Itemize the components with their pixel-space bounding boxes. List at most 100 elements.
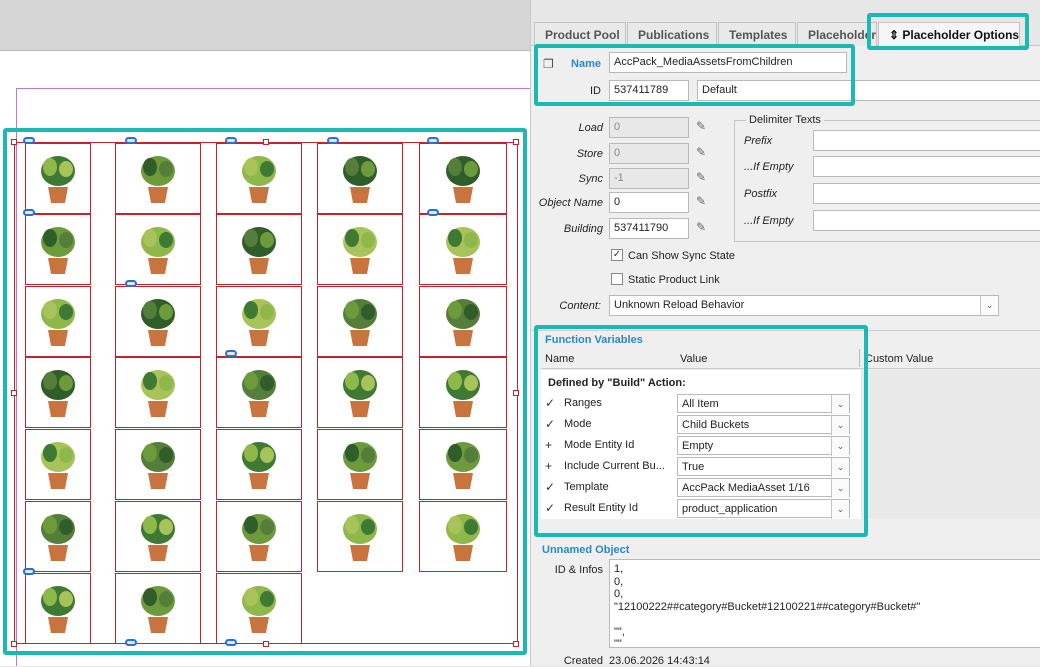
static-link-label: Static Product Link (628, 274, 720, 286)
object-name-label: Object Name (538, 197, 603, 209)
function-variable-row[interactable]: ✓ Result Entity Id product_application ⌄ (541, 498, 857, 519)
if-empty2-label: ...If Empty (744, 215, 794, 227)
variable-value-dropdown[interactable]: product_application ⌄ (677, 499, 850, 519)
postfix-label: Postfix (744, 188, 778, 200)
name-field[interactable]: AccPack_MediaAssetsFromChildren (609, 52, 847, 73)
tab-arrows-icon: ⇕ (889, 28, 900, 42)
id-default-field[interactable]: Default (697, 80, 1040, 101)
variable-name: Ranges (564, 397, 602, 409)
variable-value: Empty (682, 440, 714, 452)
variable-value-dropdown[interactable]: All Item ⌄ (677, 394, 850, 414)
variable-value-dropdown[interactable]: Empty ⌄ (677, 436, 850, 456)
prefix-label: Prefix (744, 135, 773, 147)
variable-value: AccPack MediaAsset 1/16 (682, 482, 810, 494)
sync-label: Sync (578, 173, 603, 185)
variable-value: All Item (682, 398, 719, 410)
variable-name: Mode (564, 418, 592, 430)
function-variable-row[interactable]: ✓ Ranges All Item ⌄ (541, 393, 857, 414)
static-link-checkbox[interactable] (611, 273, 623, 285)
header-divider (541, 368, 1040, 369)
variable-value-dropdown[interactable]: Child Buckets ⌄ (677, 415, 850, 435)
custom-value-column (861, 370, 1040, 519)
function-variable-row[interactable]: ✓ Template AccPack MediaAsset 1/16 ⌄ (541, 477, 857, 498)
variable-name: Result Entity Id (564, 502, 638, 514)
variable-name: Include Current Bu... (564, 460, 665, 472)
col-custom-header: Custom Value (865, 353, 934, 365)
chevron-down-icon[interactable]: ⌄ (980, 296, 998, 315)
content-dropdown[interactable]: Unknown Reload Behavior ⌄ (609, 295, 999, 316)
document-canvas[interactable] (0, 0, 530, 666)
function-variable-row[interactable]: + Include Current Bu... True ⌄ (541, 456, 857, 477)
chevron-down-icon[interactable]: ⌄ (831, 395, 849, 414)
col-separator (859, 349, 860, 367)
tab-placeholder-options-label: Placeholder Options (902, 28, 1020, 42)
plus-icon: + (545, 459, 553, 473)
chevron-down-icon[interactable]: ⌄ (831, 500, 849, 519)
store-field: 0 (609, 143, 689, 164)
id-infos-label: ID & Infos (554, 564, 603, 576)
if-empty-field[interactable] (813, 156, 1040, 177)
function-variable-row[interactable]: ✓ Mode Child Buckets ⌄ (541, 414, 857, 435)
sync-edit-icon[interactable]: ✎ (696, 170, 710, 184)
store-edit-icon[interactable]: ✎ (696, 145, 710, 159)
placeholder-options-panel: Product Pool Publications Templates Plac… (530, 0, 1040, 667)
variable-name: Template (564, 481, 609, 493)
checkmark-icon: ✓ (545, 396, 556, 410)
col-value-header: Value (680, 353, 708, 365)
load-field: 0 (609, 117, 689, 138)
created-label: Created (563, 655, 603, 667)
object-name-field[interactable]: 0 (609, 192, 689, 213)
divider (531, 330, 1040, 331)
variable-value: product_application (682, 503, 778, 515)
id-field[interactable]: 537411789 (609, 80, 689, 101)
frame-highlight (3, 128, 527, 655)
store-label: Store (576, 148, 603, 160)
chevron-down-icon[interactable]: ⌄ (831, 458, 849, 477)
id-infos-field[interactable]: 1, 0, 0, "12100222##category#Bucket#1210… (609, 559, 1040, 650)
name-label: Name (571, 58, 601, 70)
tab-templates[interactable]: Templates (718, 22, 796, 46)
delimiter-title: Delimiter Texts (746, 114, 824, 126)
variable-value: True (682, 461, 705, 473)
prefix-field[interactable] (813, 130, 1040, 151)
variable-name: Mode Entity Id (564, 439, 635, 451)
if-empty-label: ...If Empty (744, 161, 794, 173)
checkmark-icon: ✓ (545, 480, 556, 494)
sync-field: -1 (609, 168, 689, 189)
tab-placeholder-options[interactable]: ⇕ Placeholder Options (878, 22, 1020, 46)
created-value: 23.06.2026 14:43:14 (609, 655, 710, 667)
content-value: Unknown Reload Behavior (614, 299, 745, 311)
function-variables-title: Function Variables (545, 334, 643, 346)
object-name-edit-icon[interactable]: ✎ (696, 194, 710, 208)
variable-value-dropdown[interactable]: AccPack MediaAsset 1/16 ⌄ (677, 478, 850, 498)
tab-placeholder[interactable]: Placeholder (797, 22, 877, 46)
col-name-header: Name (545, 353, 575, 365)
chevron-down-icon[interactable]: ⌄ (831, 437, 849, 456)
load-edit-icon[interactable]: ✎ (696, 119, 710, 133)
function-variable-row[interactable]: + Mode Entity Id Empty ⌄ (541, 435, 857, 456)
postfix-field[interactable] (813, 183, 1040, 204)
building-edit-icon[interactable]: ✎ (696, 220, 710, 234)
id-label: ID (590, 85, 601, 97)
variable-value-dropdown[interactable]: True ⌄ (677, 457, 850, 477)
tab-product-pool[interactable]: Product Pool (534, 22, 626, 46)
tab-publications[interactable]: Publications (627, 22, 717, 46)
building-field[interactable]: 537411790 (609, 218, 689, 239)
building-label: Building (563, 223, 603, 235)
content-label: Content: (559, 300, 601, 312)
variable-value: Child Buckets (682, 419, 750, 431)
fv-group-title: Defined by "Build" Action: (548, 377, 686, 389)
checkmark-icon: ✓ (545, 501, 556, 515)
plus-icon: + (545, 438, 553, 452)
copy-icon[interactable]: ❐ (543, 57, 554, 71)
tab-bar: Product Pool Publications Templates Plac… (531, 0, 1040, 46)
unnamed-object-title: Unnamed Object (542, 544, 630, 556)
margin-guide-horizontal (16, 88, 530, 89)
chevron-down-icon[interactable]: ⌄ (831, 479, 849, 498)
can-show-sync-label: Can Show Sync State (628, 250, 736, 262)
chevron-down-icon[interactable]: ⌄ (831, 416, 849, 435)
load-label: Load (578, 122, 603, 134)
if-empty2-field[interactable] (813, 210, 1040, 231)
checkmark-icon: ✓ (545, 417, 556, 431)
can-show-sync-checkbox[interactable]: ✓ (611, 249, 623, 261)
